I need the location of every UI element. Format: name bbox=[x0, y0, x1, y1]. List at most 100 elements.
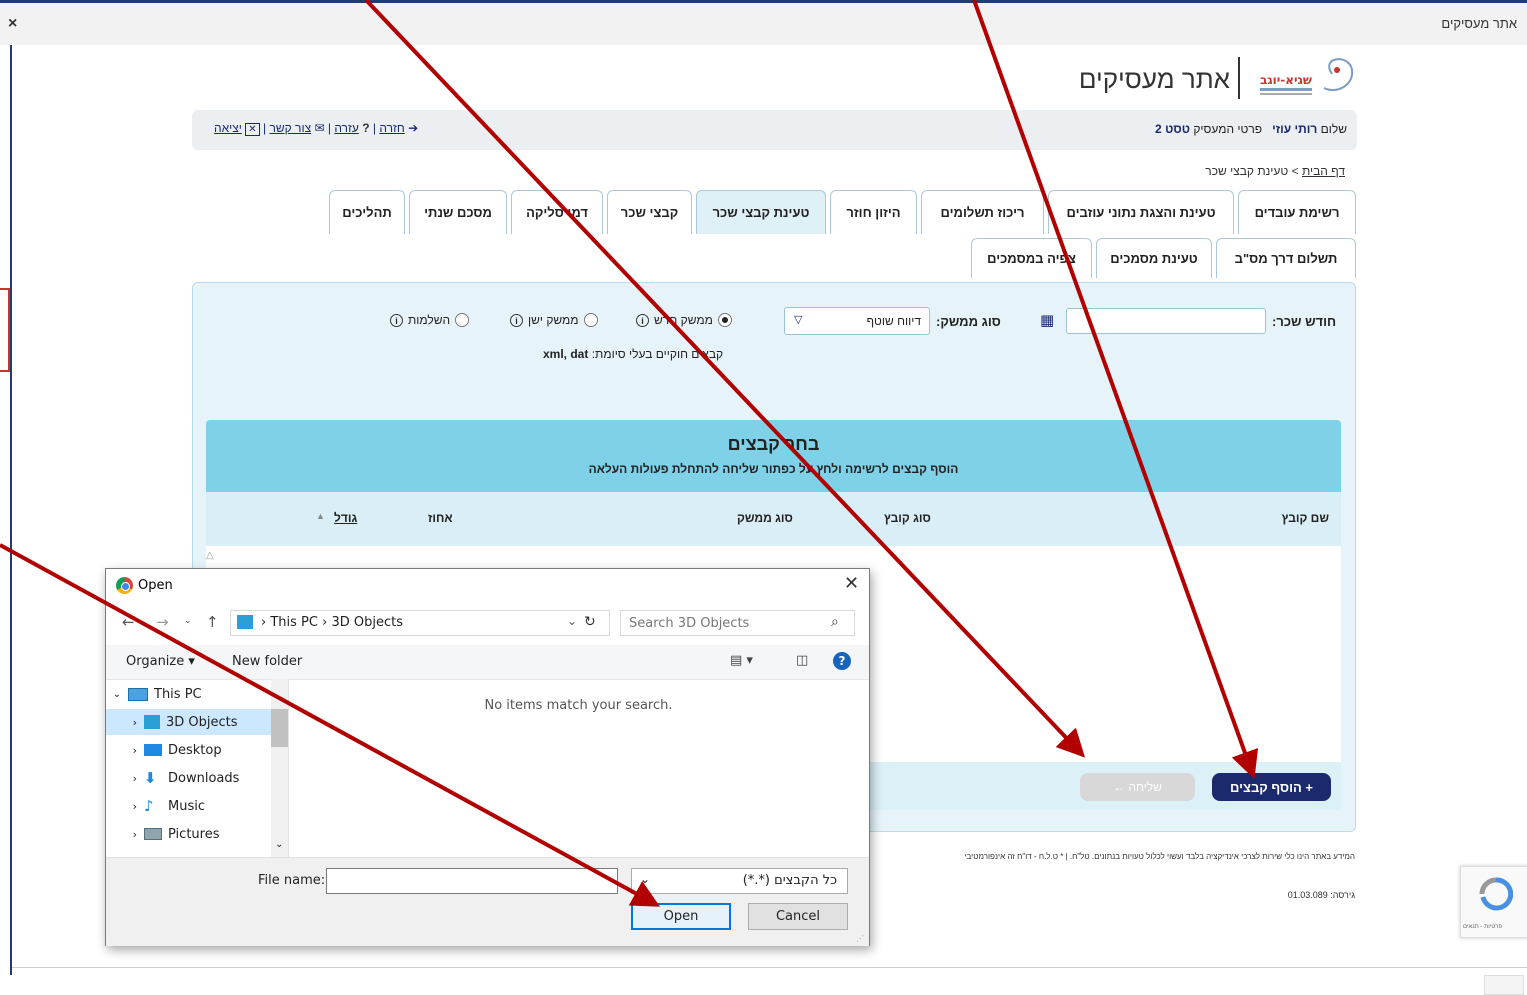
top-links: ➔ חזרה | ? עזרה | ✉ צור קשר | ✕ יציאה bbox=[214, 121, 419, 136]
col-percent[interactable]: אחוז bbox=[428, 511, 453, 525]
file-name-input[interactable] bbox=[326, 868, 618, 894]
radio-label: השלמות bbox=[408, 313, 451, 327]
employer-details-label: פרטי המעסיק bbox=[1193, 122, 1263, 136]
info-icon[interactable]: i bbox=[510, 313, 523, 327]
nav-item-this-pc[interactable]: ⌄ This PC bbox=[106, 681, 271, 707]
contact-link[interactable]: צור קשר bbox=[269, 121, 311, 135]
window-title-bar: × אתר מעסיקים bbox=[0, 0, 1527, 45]
recaptcha-badge[interactable]: פרטיות - תנאים bbox=[1460, 866, 1527, 938]
col-file-type[interactable]: סוג קובץ bbox=[884, 511, 931, 525]
nav-scrollbar[interactable]: ⌄ bbox=[271, 679, 288, 857]
dropdown-arrow-icon: ▽ bbox=[794, 314, 803, 326]
address-dropdown-icon[interactable]: ⌄ bbox=[567, 614, 577, 628]
tab-employees[interactable]: רשימת עובדים bbox=[1238, 190, 1356, 234]
path-segment[interactable]: This PC bbox=[270, 615, 318, 630]
economy-type-value: דיווח שוטף bbox=[866, 314, 921, 328]
tab-load-documents[interactable]: טעינת מסמכים bbox=[1096, 238, 1212, 278]
close-window-icon[interactable]: × bbox=[8, 15, 17, 33]
bottom-corner-button[interactable] bbox=[1484, 975, 1524, 995]
help-icon[interactable]: ? bbox=[833, 652, 851, 670]
expand-chevron-icon[interactable]: › bbox=[106, 744, 144, 757]
address-bar[interactable]: › This PC › 3D Objects ⌄ bbox=[230, 610, 610, 636]
address-path: › This PC › 3D Objects bbox=[261, 615, 403, 630]
add-files-button[interactable]: + הוסף קבצים bbox=[1212, 773, 1331, 801]
employer-name[interactable]: טסט 2 bbox=[1155, 122, 1190, 136]
file-type-select[interactable]: כל הקבצים (*.*) ⌄ bbox=[631, 868, 848, 894]
breadcrumb-current: טעינת קבצי שכר bbox=[1205, 164, 1289, 178]
logo-swirl-icon: שגיא-יוגב bbox=[1260, 58, 1354, 95]
back-arrow-icon[interactable]: ← bbox=[122, 613, 135, 631]
recaptcha-text[interactable]: פרטיות - תנאים bbox=[1463, 924, 1502, 930]
tab-payments[interactable]: ריכוז תשלומים bbox=[921, 190, 1044, 234]
nav-label: 3D Objects bbox=[166, 714, 238, 730]
radio-label: ממשק חדש bbox=[654, 313, 713, 327]
preview-pane-icon[interactable]: ◫ bbox=[796, 653, 808, 668]
header-separator bbox=[1238, 57, 1240, 99]
dialog-close-icon[interactable]: ✕ bbox=[844, 573, 859, 594]
nav-label: Desktop bbox=[168, 742, 222, 758]
scroll-up-icon[interactable]: △ bbox=[206, 550, 214, 561]
open-button[interactable]: Open bbox=[631, 903, 731, 930]
tab-clearing-fees[interactable]: דמי סליקה bbox=[511, 190, 603, 234]
radio-completions[interactable]: השלמות i bbox=[390, 313, 470, 327]
footer-disclaimer: המידע באתר הינו כלי שירות לצרכי אינדיקצי… bbox=[964, 852, 1355, 861]
radio-button[interactable] bbox=[717, 313, 732, 327]
breadcrumb-home[interactable]: דף הבית bbox=[1302, 164, 1345, 178]
search-box[interactable]: Search 3D Objects ⌕ bbox=[620, 610, 855, 636]
svg-text:שגיא-יוגב: שגיא-יוגב bbox=[1260, 73, 1312, 87]
scroll-down-icon[interactable]: ⌄ bbox=[275, 839, 283, 850]
expand-chevron-icon[interactable]: ⌄ bbox=[106, 689, 128, 700]
nav-item-pictures[interactable]: › Pictures bbox=[106, 821, 271, 847]
col-file-name[interactable]: שם קובץ bbox=[1282, 511, 1329, 525]
path-segment[interactable]: 3D Objects bbox=[331, 615, 403, 630]
dialog-title: Open bbox=[138, 578, 173, 593]
tab-leavers[interactable]: טעינת והצגת נתוני עוזבים bbox=[1048, 190, 1234, 234]
back-link[interactable]: חזרה bbox=[379, 121, 404, 135]
forward-arrow-icon[interactable]: → bbox=[156, 613, 169, 631]
col-interface-type[interactable]: סוג ממשק bbox=[737, 511, 793, 525]
nav-item-music[interactable]: › ♪ Music bbox=[106, 793, 271, 819]
radio-old-interface[interactable]: ממשק ישן i bbox=[510, 313, 598, 327]
resize-grip-icon[interactable]: ⋰ bbox=[856, 934, 864, 943]
tab-annual-summary[interactable]: מסכם שנתי bbox=[409, 190, 507, 234]
calendar-icon[interactable]: ▦ bbox=[1040, 311, 1054, 329]
expand-chevron-icon[interactable]: › bbox=[106, 800, 144, 813]
nav-scroll-thumb[interactable] bbox=[271, 709, 288, 747]
nav-item-3d-objects[interactable]: › 3D Objects bbox=[106, 709, 271, 735]
info-icon[interactable]: i bbox=[636, 313, 649, 327]
search-placeholder: Search 3D Objects bbox=[629, 616, 750, 631]
radio-new-interface[interactable]: ממשק חדש i bbox=[636, 313, 732, 327]
cancel-button[interactable]: Cancel bbox=[748, 903, 848, 930]
file-type-value: כל הקבצים (*.*) bbox=[742, 873, 837, 888]
refresh-icon[interactable]: ↻ bbox=[584, 614, 596, 630]
tab-feedback[interactable]: היזון חוזר bbox=[830, 190, 917, 234]
salary-month-input[interactable] bbox=[1066, 308, 1266, 334]
up-arrow-icon[interactable]: ↑ bbox=[206, 613, 219, 631]
tab-salary-files[interactable]: קבצי שכר bbox=[607, 190, 692, 234]
recent-chevron-icon[interactable]: ⌄ bbox=[184, 616, 192, 626]
help-link[interactable]: עזרה bbox=[334, 121, 359, 135]
exit-link[interactable]: יציאה bbox=[214, 121, 242, 135]
nav-item-downloads[interactable]: › ⬇ Downloads bbox=[106, 765, 271, 791]
search-icon[interactable]: ⌕ bbox=[831, 614, 839, 630]
greeting: שלום רותי עוזי פרטי המעסיק טסט 2 bbox=[1155, 122, 1347, 136]
tab-view-documents[interactable]: צפיה במסמכים bbox=[971, 238, 1092, 278]
send-button[interactable]: שליחה ← bbox=[1080, 773, 1195, 801]
tab-masav-payment[interactable]: תשלום דרך מס"ב bbox=[1216, 238, 1356, 278]
view-options-icon[interactable]: ▤ ▾ bbox=[730, 653, 753, 668]
tab-processes[interactable]: תהליכים bbox=[329, 190, 405, 234]
radio-button[interactable] bbox=[583, 313, 598, 327]
info-icon[interactable]: i bbox=[390, 313, 403, 327]
site-title: אתר מעסיקים bbox=[1078, 64, 1230, 94]
expand-chevron-icon[interactable]: › bbox=[106, 828, 144, 841]
tab-load-salary-files[interactable]: טעינת קבצי שכר bbox=[696, 190, 826, 234]
economy-type-select[interactable]: דיווח שוטף ▽ bbox=[784, 307, 930, 335]
radio-button[interactable] bbox=[455, 313, 470, 327]
organize-menu[interactable]: Organize ▾ bbox=[126, 654, 195, 669]
expand-chevron-icon[interactable]: › bbox=[106, 716, 144, 729]
sort-arrow-icon[interactable]: ▲ bbox=[316, 511, 325, 521]
nav-item-desktop[interactable]: › Desktop bbox=[106, 737, 271, 763]
expand-chevron-icon[interactable]: › bbox=[106, 772, 144, 785]
new-folder-button[interactable]: New folder bbox=[232, 654, 302, 669]
col-size[interactable]: גודל bbox=[334, 511, 357, 525]
